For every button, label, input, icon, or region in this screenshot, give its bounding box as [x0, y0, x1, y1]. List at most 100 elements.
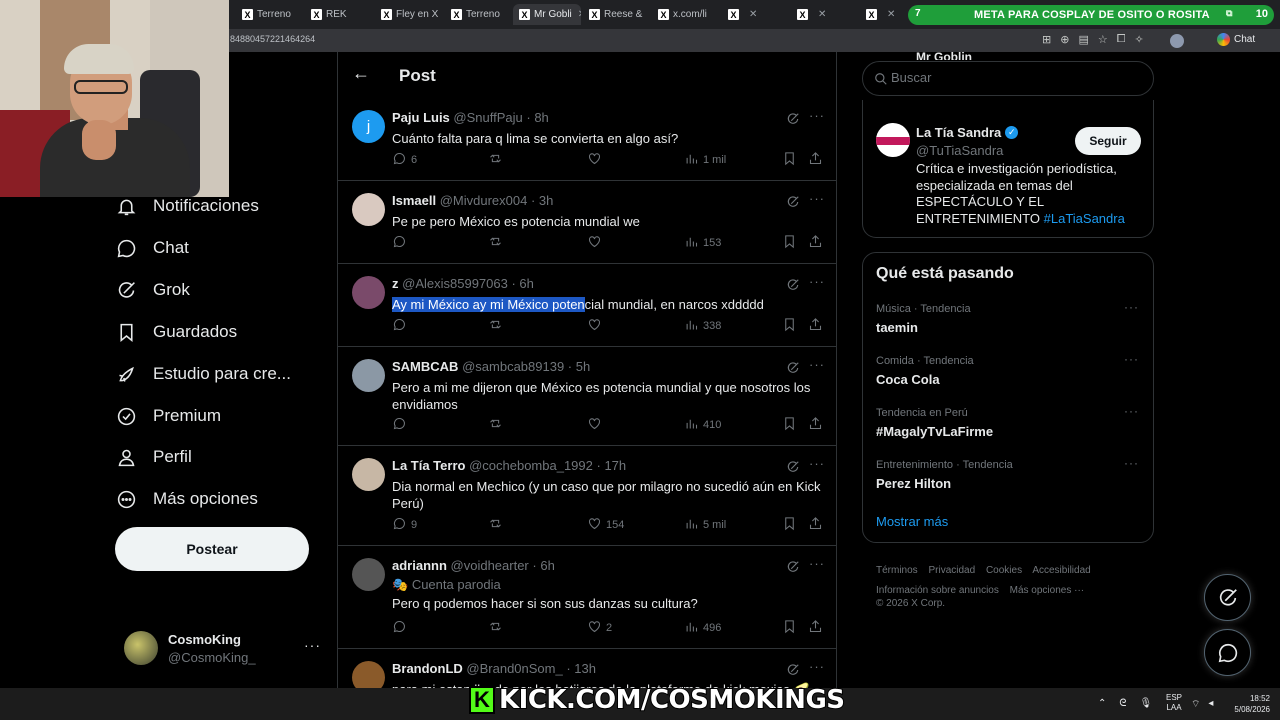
post-time[interactable]: 17h	[604, 458, 626, 473]
reader-icon[interactable]: ▤	[1078, 33, 1088, 46]
grok-icon[interactable]	[786, 195, 800, 209]
share-action[interactable]	[808, 151, 823, 169]
browser-profile-avatar[interactable]	[1170, 34, 1184, 48]
more-dots-icon[interactable]: ···	[809, 659, 825, 674]
browser-tab[interactable]: X ✕	[791, 4, 855, 25]
hashtag-link[interactable]: #LaTiaSandra	[1044, 211, 1125, 226]
footer-link[interactable]: Privacidad	[928, 565, 975, 576]
nav-item-chat[interactable]: Chat	[115, 230, 189, 266]
more-dots-icon[interactable]: ···	[1124, 456, 1139, 470]
like-action[interactable]: 2	[587, 619, 612, 637]
bookmark-action[interactable]	[782, 619, 797, 637]
more-dots-icon[interactable]: ···	[1124, 352, 1139, 366]
install-app-icon[interactable]: ⊞	[1042, 33, 1051, 46]
author-handle[interactable]: @voidhearter	[451, 558, 529, 573]
browser-tab[interactable]: X Fley en X	[375, 4, 441, 25]
reply-action[interactable]	[392, 317, 411, 335]
post-time[interactable]: 13h	[574, 661, 596, 676]
grok-icon[interactable]	[786, 663, 800, 677]
account-switcher[interactable]: CosmoKing @CosmoKing_ ···	[124, 631, 324, 667]
author-handle[interactable]: @Brand0nSom_	[466, 661, 562, 676]
avatar[interactable]	[876, 123, 910, 157]
trend-item[interactable]: Entretenimiento · Tendencia Perez Hilton…	[876, 456, 1146, 495]
views-action[interactable]: 496	[684, 619, 721, 637]
more-dots-icon[interactable]: ···	[809, 556, 825, 571]
like-action[interactable]	[587, 234, 606, 252]
taskbar-clock[interactable]: 18:52 5/08/2026	[1226, 693, 1270, 715]
avatar[interactable]	[352, 276, 385, 309]
repost-action[interactable]	[488, 516, 507, 534]
wifi-icon[interactable]: ⌔	[1191, 698, 1200, 711]
bookmark-action[interactable]	[782, 234, 797, 252]
reply-post[interactable]: Ismaell @Mivdurex004 · 3h ··· Pe pe pero M…	[338, 181, 836, 264]
footer-link[interactable]: Información sobre anuncios	[876, 585, 999, 596]
browser-tab[interactable]: X Terreno	[445, 4, 511, 25]
nav-item-premium[interactable]: Premium	[115, 398, 221, 434]
reply-action[interactable]	[392, 416, 411, 434]
url-text[interactable]: 84880457221464264	[230, 34, 315, 44]
grok-icon[interactable]	[786, 460, 800, 474]
bookmark-action[interactable]	[782, 416, 797, 434]
views-action[interactable]: 153	[684, 234, 721, 252]
share-action[interactable]	[808, 234, 823, 252]
author-name[interactable]: Paju Luis	[392, 110, 450, 125]
search-box[interactable]	[862, 61, 1154, 96]
views-action[interactable]: 5 mil	[684, 516, 726, 534]
network-icon[interactable]: ᘓ	[1119, 698, 1126, 709]
browser-tab-active[interactable]: XMr Gobli✕	[513, 4, 581, 25]
suggested-account-name[interactable]: La Tía Sandra ✓	[916, 125, 1019, 140]
avatar[interactable]	[352, 193, 385, 226]
repost-action[interactable]	[488, 416, 507, 434]
author-name[interactable]: Ismaell	[392, 193, 436, 208]
reply-action[interactable]: 9	[392, 516, 417, 534]
reply-post[interactable]: j Paju Luis @SnuffPaju · 8h ··· Cuánto falt…	[338, 98, 836, 181]
reply-post[interactable]: z @Alexis85997063 · 6h ··· Ay mi México ay…	[338, 264, 836, 347]
author-name[interactable]: SAMBCAB	[392, 359, 458, 374]
avatar[interactable]: j	[352, 110, 385, 143]
post-time[interactable]: 6h	[540, 558, 554, 573]
bookmark-action[interactable]	[782, 516, 797, 534]
author-name[interactable]: La Tía Terro	[392, 458, 465, 473]
close-tab-icon[interactable]: ✕	[887, 9, 895, 20]
views-action[interactable]: 1 mil	[684, 151, 726, 169]
more-dots-icon[interactable]: ···	[809, 274, 825, 289]
follow-button[interactable]: Seguir	[1075, 127, 1141, 155]
bookmark-action[interactable]	[782, 151, 797, 169]
browser-tab[interactable]: Xx.com/li	[652, 4, 718, 25]
views-action[interactable]: 410	[684, 416, 721, 434]
microphone-icon[interactable]: 🎙	[1139, 698, 1152, 709]
post-time[interactable]: 5h	[576, 359, 590, 374]
more-dots-icon[interactable]: ···	[809, 191, 825, 206]
back-arrow-icon[interactable]: ←	[352, 63, 370, 84]
nav-item-creator-studio[interactable]: Estudio para cre...	[115, 356, 291, 392]
more-dots-icon[interactable]: ···	[304, 637, 321, 653]
share-action[interactable]	[808, 416, 823, 434]
like-action[interactable]	[587, 317, 606, 335]
reply-action[interactable]	[392, 234, 411, 252]
reply-post[interactable]: La Tía Terro @cochebomba_1992 · 17h ··· Di…	[338, 446, 836, 546]
zoom-icon[interactable]: ⊕	[1060, 33, 1069, 46]
author-name[interactable]: z	[392, 276, 399, 291]
extensions-icon[interactable]: ⧠	[1117, 33, 1126, 46]
nav-item-more-options[interactable]: Más opciones	[115, 481, 258, 517]
close-tab-icon[interactable]: ✕	[818, 9, 826, 20]
more-dots-icon[interactable]: ···	[809, 108, 825, 123]
show-more-link[interactable]: Mostrar más	[876, 514, 948, 529]
close-tab-icon[interactable]: ✕	[749, 9, 757, 20]
star-icon[interactable]: ☆	[1098, 33, 1108, 46]
browser-tab[interactable]: X ✕	[722, 4, 786, 25]
post-time[interactable]: 3h	[539, 193, 553, 208]
post-time[interactable]: 8h	[534, 110, 548, 125]
grok-icon[interactable]	[786, 278, 800, 292]
input-language[interactable]: ESP LAA	[1166, 693, 1182, 713]
browser-tab[interactable]: X Terreno	[236, 4, 300, 25]
browser-chat-button[interactable]: Chat	[1217, 33, 1255, 46]
footer-link[interactable]: Cookies	[986, 565, 1022, 576]
views-action[interactable]: 338	[684, 317, 721, 335]
browser-tab[interactable]: X REK	[305, 4, 371, 25]
share-action[interactable]	[808, 317, 823, 335]
share-action[interactable]	[808, 619, 823, 637]
nav-item-grok[interactable]: Grok	[115, 272, 190, 308]
reply-action[interactable]	[392, 619, 411, 637]
author-name[interactable]: BrandonLD	[392, 661, 463, 676]
